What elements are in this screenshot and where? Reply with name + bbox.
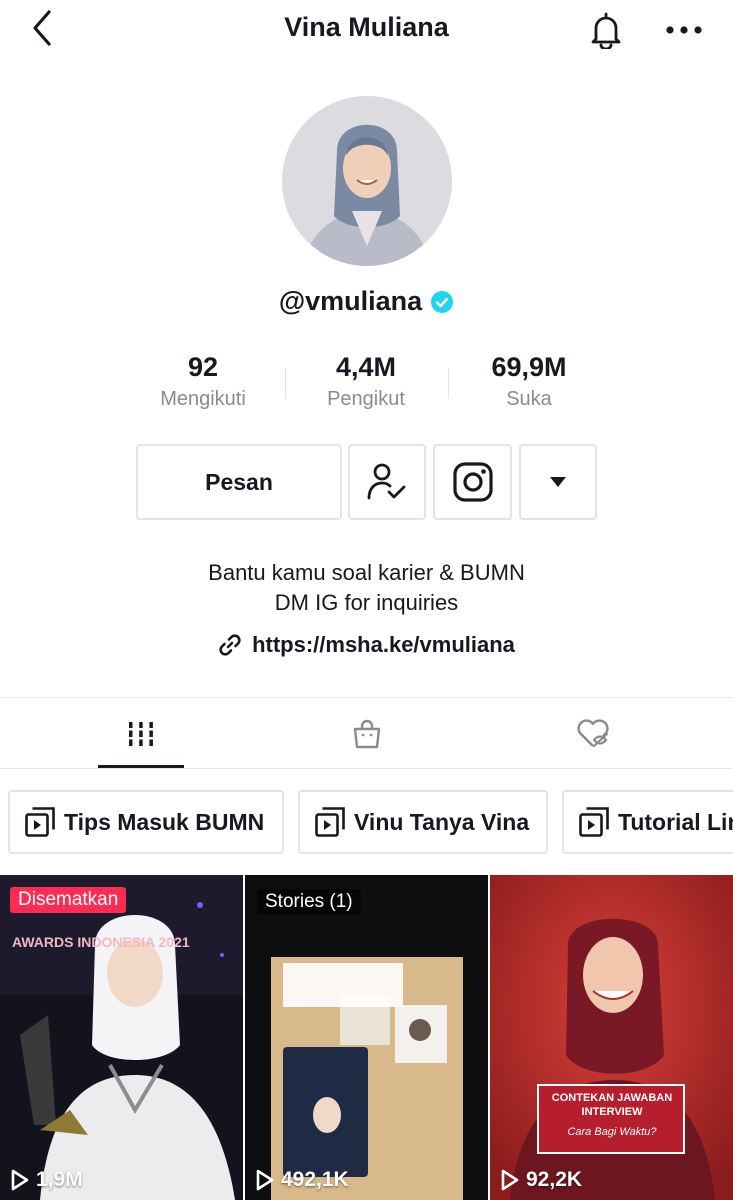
verified-badge-icon <box>431 290 454 313</box>
video-grid: AWARDS INDONESIA 2021 Disematkan 1,9M St… <box>0 875 733 1200</box>
bio: Bantu kamu soal karier & BUMN DM IG for … <box>0 558 733 618</box>
notification-bell-button[interactable] <box>584 8 628 52</box>
playlist-icon <box>25 807 55 837</box>
followers-stat[interactable]: 4,4M Pengikut <box>286 350 446 411</box>
playlist-label: Tutorial Lin <box>618 808 733 835</box>
view-count: 1,9M <box>10 1168 83 1192</box>
username-handle: @vmuliana <box>278 286 423 316</box>
play-icon <box>501 1169 519 1191</box>
tab-shop[interactable] <box>324 698 410 770</box>
caret-down-icon <box>550 477 566 487</box>
play-icon <box>256 1169 274 1191</box>
view-count: 92,2K <box>500 1168 582 1192</box>
playlist-chip[interactable]: Vinu Tanya Vina <box>298 790 548 854</box>
grid-icon <box>126 722 156 746</box>
playlist-chip[interactable]: Tips Masuk BUMN <box>8 790 284 854</box>
followers-count: 4,4M <box>335 352 397 382</box>
profile-photo <box>282 96 452 266</box>
content-tabs <box>0 697 733 769</box>
bio-link-text[interactable]: https://msha.ke/vmuliana <box>252 632 515 658</box>
link-icon <box>219 634 241 656</box>
bio-line-1: Bantu kamu soal karier & BUMN <box>208 560 525 585</box>
liked-hidden-icon <box>577 719 609 748</box>
active-tab-indicator <box>98 765 184 768</box>
video-thumbnail[interactable]: CONTEKAN JAWABAN INTERVIEW Cara Bagi Wak… <box>490 875 733 1200</box>
following-count: 92 <box>187 352 219 382</box>
following-toggle-button[interactable] <box>348 444 426 520</box>
tab-liked[interactable] <box>550 698 636 770</box>
more-dots-icon <box>666 26 702 34</box>
message-button[interactable]: Pesan <box>136 444 342 520</box>
pinned-badge: Disematkan <box>10 887 127 913</box>
play-icon <box>11 1169 29 1191</box>
likes-count: 69,9M <box>491 352 567 382</box>
playlist-label: Vinu Tanya Vina <box>354 808 530 835</box>
video-overlay-caption: CONTEKAN JAWABAN INTERVIEW Cara Bagi Wak… <box>546 1091 678 1139</box>
more-options-button[interactable] <box>660 8 708 52</box>
top-bar: Vina Muliana <box>0 0 733 60</box>
view-count-text: 492,1K <box>281 1168 349 1191</box>
video-thumbnail-image <box>245 875 488 1200</box>
suggested-accounts-button[interactable] <box>519 444 597 520</box>
following-label: Mengikuti <box>160 388 246 410</box>
bio-link[interactable]: https://msha.ke/vmuliana <box>0 632 733 658</box>
instagram-icon <box>452 462 493 502</box>
playlist-icon <box>315 807 345 837</box>
tab-videos[interactable] <box>98 698 184 770</box>
likes-stat[interactable]: 69,9M Suka <box>449 350 609 411</box>
stories-badge: Stories (1) <box>257 889 361 915</box>
following-stat[interactable]: 92 Mengikuti <box>123 350 283 411</box>
bell-icon <box>591 12 621 49</box>
bio-line-2: DM IG for inquiries <box>274 590 459 615</box>
view-count-text: 1,9M <box>36 1168 83 1191</box>
playlist-row: Tips Masuk BUMN Vinu Tanya Vina Tutorial… <box>8 790 733 854</box>
avatar[interactable] <box>282 96 452 266</box>
video-overlay-text: AWARDS INDONESIA 2021 <box>12 934 190 950</box>
instagram-button[interactable] <box>433 444 512 520</box>
view-count-text: 92,2K <box>526 1168 583 1191</box>
handle-row: @vmuliana <box>0 286 733 317</box>
followers-label: Pengikut <box>327 388 405 410</box>
view-count: 492,1K <box>255 1168 349 1192</box>
playlist-icon <box>579 807 609 837</box>
playlist-chip[interactable]: Tutorial Lin <box>562 790 733 854</box>
video-thumbnail-image: AWARDS INDONESIA 2021 <box>0 875 243 1200</box>
shopping-bag-icon <box>353 719 381 749</box>
playlist-label: Tips Masuk BUMN <box>64 808 265 835</box>
profile-stats: 92 Mengikuti 4,4M Pengikut 69,9M Suka <box>0 350 733 420</box>
user-check-icon <box>367 463 406 500</box>
video-overlay-subtitle: Cara Bagi Waktu? <box>567 1126 657 1138</box>
likes-label: Suka <box>506 388 552 410</box>
video-thumbnail[interactable]: AWARDS INDONESIA 2021 Disematkan 1,9M <box>0 875 243 1200</box>
video-thumbnail-image <box>490 875 733 1200</box>
video-overlay-title: CONTEKAN JAWABAN INTERVIEW <box>551 1092 673 1118</box>
video-thumbnail[interactable]: Stories (1) 492,1K <box>245 875 488 1200</box>
